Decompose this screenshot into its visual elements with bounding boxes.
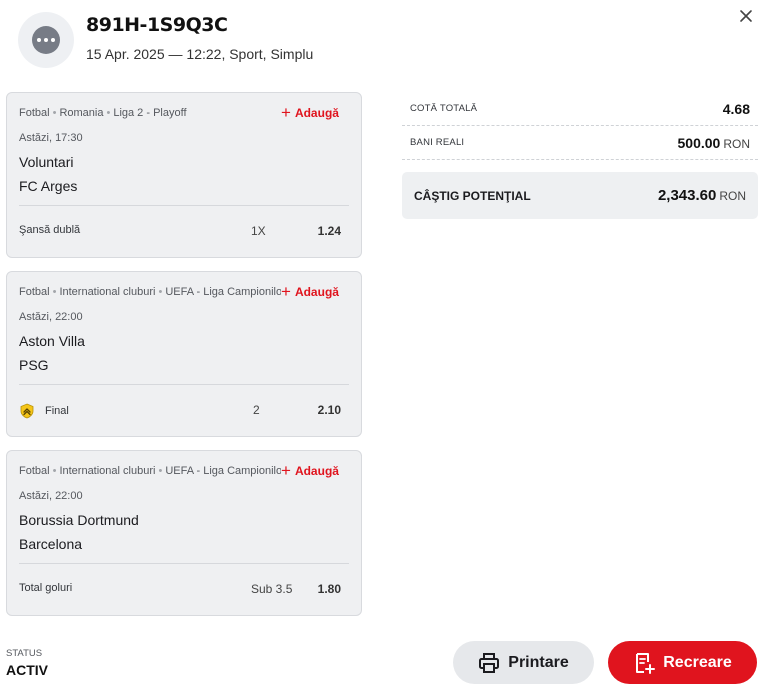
ticket-id: 891H-1S9Q3C (86, 14, 228, 36)
away-team: PSG (19, 357, 49, 373)
chevron-up-badge-icon (20, 403, 34, 419)
home-team: Borussia Dortmund (19, 512, 139, 528)
market-name: Total goluri (19, 582, 73, 594)
add-event-button[interactable]: + Adaugă (281, 461, 339, 480)
event-time: Astăzi, 17:30 (19, 132, 83, 144)
divider (19, 563, 349, 564)
stake-value: 500.00 RON (677, 135, 751, 151)
event-league-path: Fotbal • International cluburi • UEFA - Liga… (19, 286, 281, 298)
event-time: Astăzi, 22:00 (19, 490, 83, 502)
odd-value: 1.24 (317, 224, 341, 238)
potential-win-box: CÂŞTIG POTENŢIAL 2,343.60 RON (402, 172, 758, 219)
event-card: Fotbal • International cluburi • UEFA - Liga… (6, 450, 362, 616)
event-league-path: Fotbal • Romania • Liga 2 - Playoff (19, 107, 187, 119)
plus-icon: + (281, 461, 291, 480)
plus-icon: + (281, 282, 291, 301)
ticket-meta: 15 Apr. 2025 — 12:22, Sport, Simplu (86, 46, 314, 62)
printer-icon (479, 652, 500, 673)
recreate-button-label: Recreare (663, 653, 732, 671)
ticket-header: 891H-1S9Q3C 15 Apr. 2025 — 12:22, Sport,… (0, 0, 769, 80)
pick-value: Sub 3.5 (251, 582, 293, 596)
more-dots-icon (32, 26, 60, 54)
total-odds-label: COTĂ TOTALĂ (410, 103, 478, 114)
total-odds-row: COTĂ TOTALĂ 4.68 (402, 92, 758, 126)
pick-value: 1X (251, 224, 266, 238)
print-button-label: Printare (508, 653, 569, 671)
add-event-button[interactable]: + Adaugă (281, 282, 339, 301)
home-team: Voluntari (19, 154, 74, 170)
divider (19, 205, 349, 206)
event-league-path: Fotbal • International cluburi • UEFA - Liga… (19, 465, 281, 477)
plus-icon: + (281, 103, 291, 122)
ticket-avatar (18, 12, 74, 68)
market-name: Final (19, 403, 69, 419)
odd-value: 1.80 (317, 582, 341, 596)
market-name: Şansă dublă (19, 224, 81, 236)
away-team: FC Arges (19, 178, 78, 194)
potential-win-value: 2,343.60 RON (657, 187, 746, 204)
event-card: Fotbal • International cluburi • UEFA - Liga… (6, 271, 362, 437)
pick-value: 2 (253, 403, 260, 417)
recreate-button[interactable]: Recreare (608, 641, 757, 684)
recreate-ticket-icon (636, 652, 656, 674)
stake-label: BANI REALI (410, 137, 465, 148)
event-card: Fotbal • Romania • Liga 2 - Playoff + Adaugă … (6, 92, 362, 258)
divider (19, 384, 349, 385)
stake-row: BANI REALI 500.00 RON (402, 126, 758, 160)
potential-win-label: CÂŞTIG POTENŢIAL (414, 189, 531, 203)
add-event-button[interactable]: + Adaugă (281, 103, 339, 122)
total-odds-value: 4.68 (722, 101, 750, 117)
status-label: STATUS (6, 648, 43, 659)
odd-value: 2.10 (317, 403, 341, 417)
home-team: Aston Villa (19, 333, 85, 349)
print-button[interactable]: Printare (453, 641, 594, 684)
status-value: ACTIV (6, 662, 48, 678)
close-icon (740, 10, 752, 22)
event-time: Astăzi, 22:00 (19, 311, 83, 323)
close-button[interactable] (736, 6, 756, 26)
away-team: Barcelona (19, 536, 83, 552)
